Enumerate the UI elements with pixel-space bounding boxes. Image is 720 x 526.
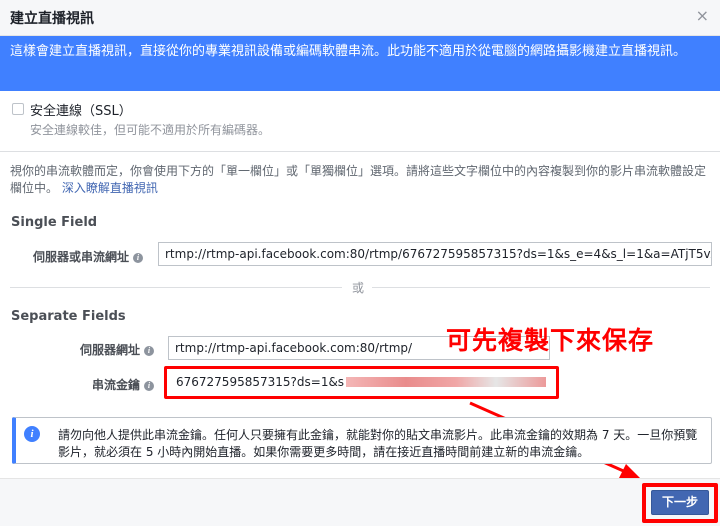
single-field-title: Single Field xyxy=(11,215,98,230)
single-server-label: 伺服器或串流網址 i xyxy=(33,248,144,265)
info-icon[interactable]: i xyxy=(144,346,155,356)
close-icon[interactable]: × xyxy=(696,8,709,24)
stream-key-redaction xyxy=(346,377,547,387)
learn-more-link[interactable]: 深入瞭解直播視訊 xyxy=(62,181,158,195)
stream-key-field[interactable]: 676727595857315?ds=1&s xyxy=(170,371,555,394)
next-button[interactable]: 下一步 xyxy=(651,490,709,515)
key-warning-notice: i 請勿向他人提供此串流金鑰。任何人只要擁有此金鑰，就能對你的貼文串流影片。此串… xyxy=(12,417,712,464)
separate-fields-title: Separate Fields xyxy=(11,309,126,324)
stream-key-label-text: 串流金鑰 xyxy=(92,378,141,392)
server-url-label: 伺服器網址 i xyxy=(80,341,155,358)
ssl-checkbox[interactable] xyxy=(12,103,24,115)
ssl-label[interactable]: 安全連線（SSL） xyxy=(30,100,132,119)
help-text: 視你的串流軟體而定，你會使用下方的「單一欄位」或「單獨欄位」選項。請將這些文字欄… xyxy=(10,163,715,197)
dialog-footer xyxy=(0,478,720,526)
divider xyxy=(0,151,720,152)
server-url-label-text: 伺服器網址 xyxy=(80,343,141,357)
stream-key-label: 串流金鑰 i xyxy=(92,376,155,393)
ssl-subtext: 安全連線較佳，但可能不適用於所有編碼器。 xyxy=(30,123,271,137)
info-icon[interactable]: i xyxy=(144,381,155,391)
dialog-header: 建立直播視訊 × xyxy=(0,0,720,36)
stream-url-field[interactable]: rtmp://rtmp-api.facebook.com:80/rtmp/676… xyxy=(158,242,712,266)
copy-annotation: 可先複製下來保存 xyxy=(446,326,655,355)
stream-key-value: 676727595857315?ds=1&s xyxy=(176,375,345,389)
info-icon[interactable]: i xyxy=(133,253,144,263)
dialog-title: 建立直播視訊 xyxy=(10,11,94,27)
notice-text: 請勿向他人提供此串流金鑰。任何人只要擁有此金鑰，就能對你的貼文串流影片。此串流金… xyxy=(58,428,698,459)
or-divider-left xyxy=(10,287,342,288)
info-icon: i xyxy=(24,426,40,442)
or-divider-right xyxy=(372,287,710,288)
or-label: 或 xyxy=(352,281,365,295)
single-server-label-text: 伺服器或串流網址 xyxy=(33,250,130,264)
info-banner: 這樣會建立直播視訊，直接從你的專業視訊設備或編碼軟體串流。此功能不適用於從電腦的… xyxy=(0,36,720,91)
